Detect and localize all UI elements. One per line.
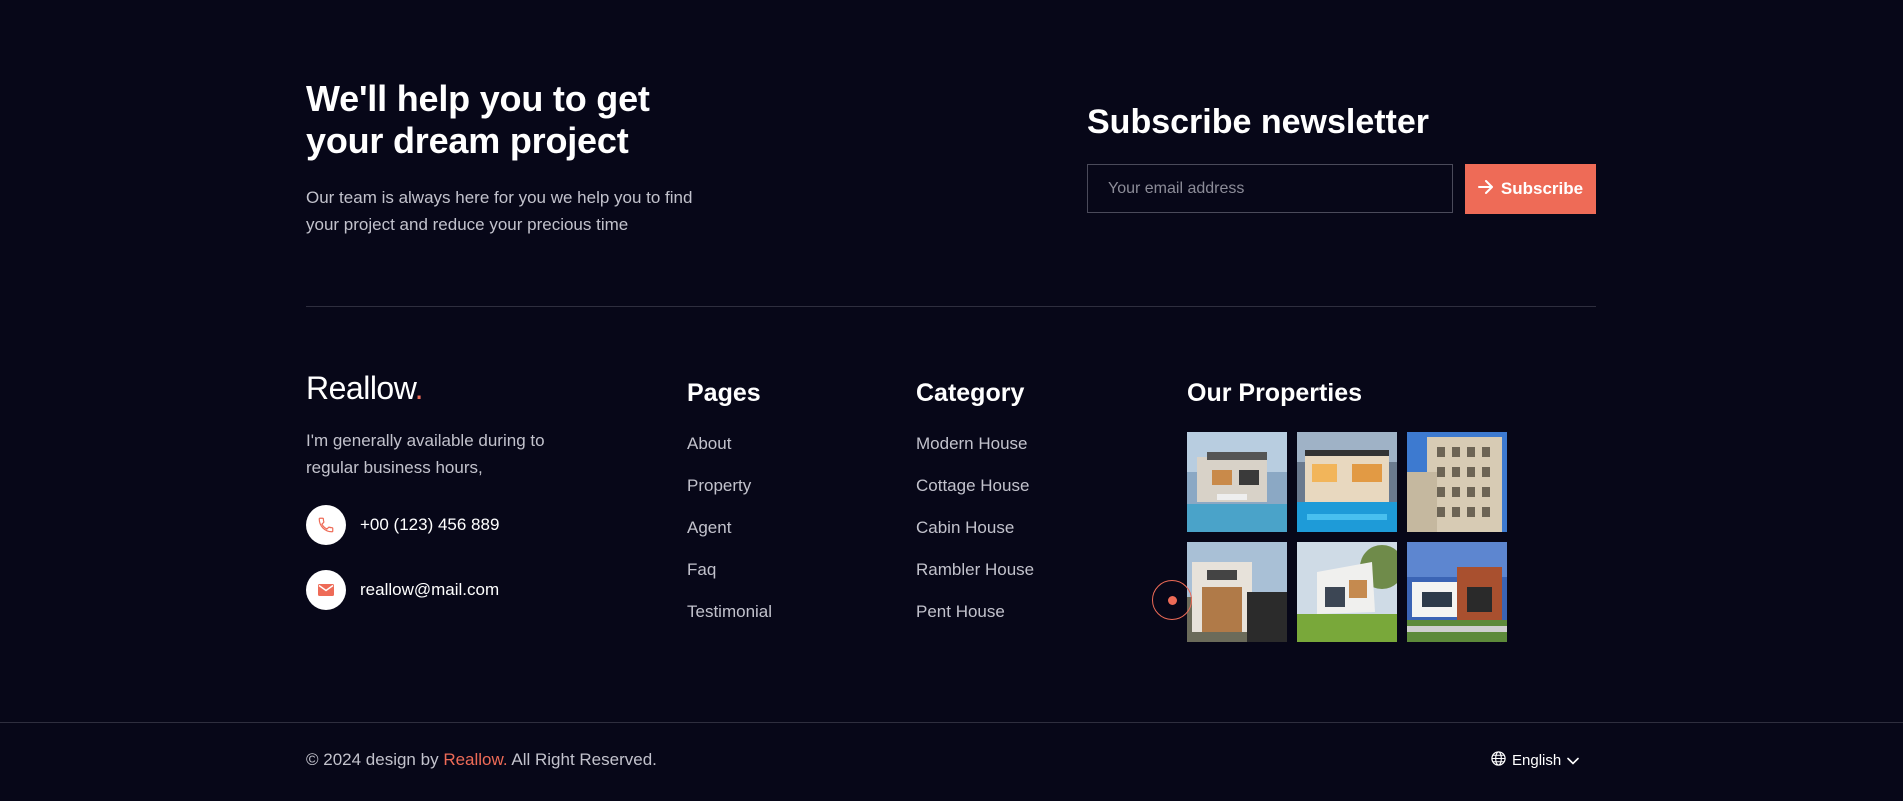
footer-divider	[0, 722, 1903, 723]
category-link-rambler-house[interactable]: Rambler House	[916, 556, 1034, 598]
property-thumbnail[interactable]	[1297, 432, 1397, 532]
category-list: Modern House Cottage House Cabin House R…	[916, 430, 1034, 640]
logo-text: Reallow	[306, 370, 415, 406]
footer-logo[interactable]: Reallow.	[306, 370, 423, 407]
subscribe-label: Subscribe	[1500, 179, 1584, 198]
copyright-prefix: © 2024 design by	[306, 750, 439, 769]
scroll-indicator[interactable]	[1152, 580, 1192, 620]
property-thumbnail[interactable]	[1187, 432, 1287, 532]
arrow-right-icon	[1477, 179, 1494, 199]
apartment-building-photo	[1407, 432, 1507, 532]
house-blue-sky-photo	[1407, 542, 1507, 642]
email-address[interactable]: reallow@mail.com	[360, 580, 499, 600]
property-thumbnail[interactable]	[1187, 542, 1287, 642]
chevron-down-icon	[1567, 752, 1580, 769]
copyright: © 2024 design by Reallow. All Right Rese…	[306, 750, 657, 770]
modern-house-pool-photo	[1187, 432, 1287, 532]
pages-link-faq[interactable]: Faq	[687, 556, 772, 598]
phone-icon	[306, 505, 346, 545]
properties-title: Our Properties	[1187, 379, 1363, 407]
email-input[interactable]	[1087, 164, 1453, 213]
wooden-modern-house-photo	[1187, 542, 1287, 642]
copyright-suffix: All Right Reserved.	[511, 750, 657, 769]
pages-list: About Property Agent Faq Testimonial	[687, 430, 772, 640]
pages-link-agent[interactable]: Agent	[687, 514, 772, 556]
email-contact[interactable]: reallow@mail.com	[306, 570, 499, 610]
cta-text: Our team is always here for you we help …	[306, 188, 693, 234]
envelope-icon	[306, 570, 346, 610]
cta-title: We'll help you to get your dream project	[306, 78, 650, 161]
globe-icon	[1491, 751, 1506, 770]
pages-title: Pages	[687, 379, 761, 407]
subscribe-button[interactable]: Subscribe	[1465, 164, 1596, 214]
property-thumbnail[interactable]	[1407, 432, 1507, 532]
language-label: English	[1512, 752, 1562, 769]
copyright-brand-link[interactable]: Reallow.	[443, 750, 507, 769]
villa-pool-night-photo	[1297, 432, 1397, 532]
category-link-pent-house[interactable]: Pent House	[916, 598, 1034, 640]
phone-number[interactable]: +00 (123) 456 889	[360, 515, 499, 535]
pages-link-property[interactable]: Property	[687, 472, 772, 514]
category-link-cottage-house[interactable]: Cottage House	[916, 472, 1034, 514]
pages-link-about[interactable]: About	[687, 430, 772, 472]
newsletter-title: Subscribe newsletter	[1087, 103, 1430, 141]
white-house-lawn-photo	[1297, 542, 1397, 642]
language-selector[interactable]: English	[1491, 751, 1580, 770]
properties-gallery	[1187, 432, 1507, 642]
about-text: I'm generally available during to regula…	[306, 431, 545, 477]
phone-contact[interactable]: +00 (123) 456 889	[306, 505, 499, 545]
category-link-cabin-house[interactable]: Cabin House	[916, 514, 1034, 556]
section-divider	[306, 306, 1596, 307]
logo-dot: .	[414, 370, 424, 406]
category-title: Category	[916, 379, 1025, 407]
property-thumbnail[interactable]	[1407, 542, 1507, 642]
category-link-modern-house[interactable]: Modern House	[916, 430, 1034, 472]
property-thumbnail[interactable]	[1297, 542, 1397, 642]
pages-link-testimonial[interactable]: Testimonial	[687, 598, 772, 640]
